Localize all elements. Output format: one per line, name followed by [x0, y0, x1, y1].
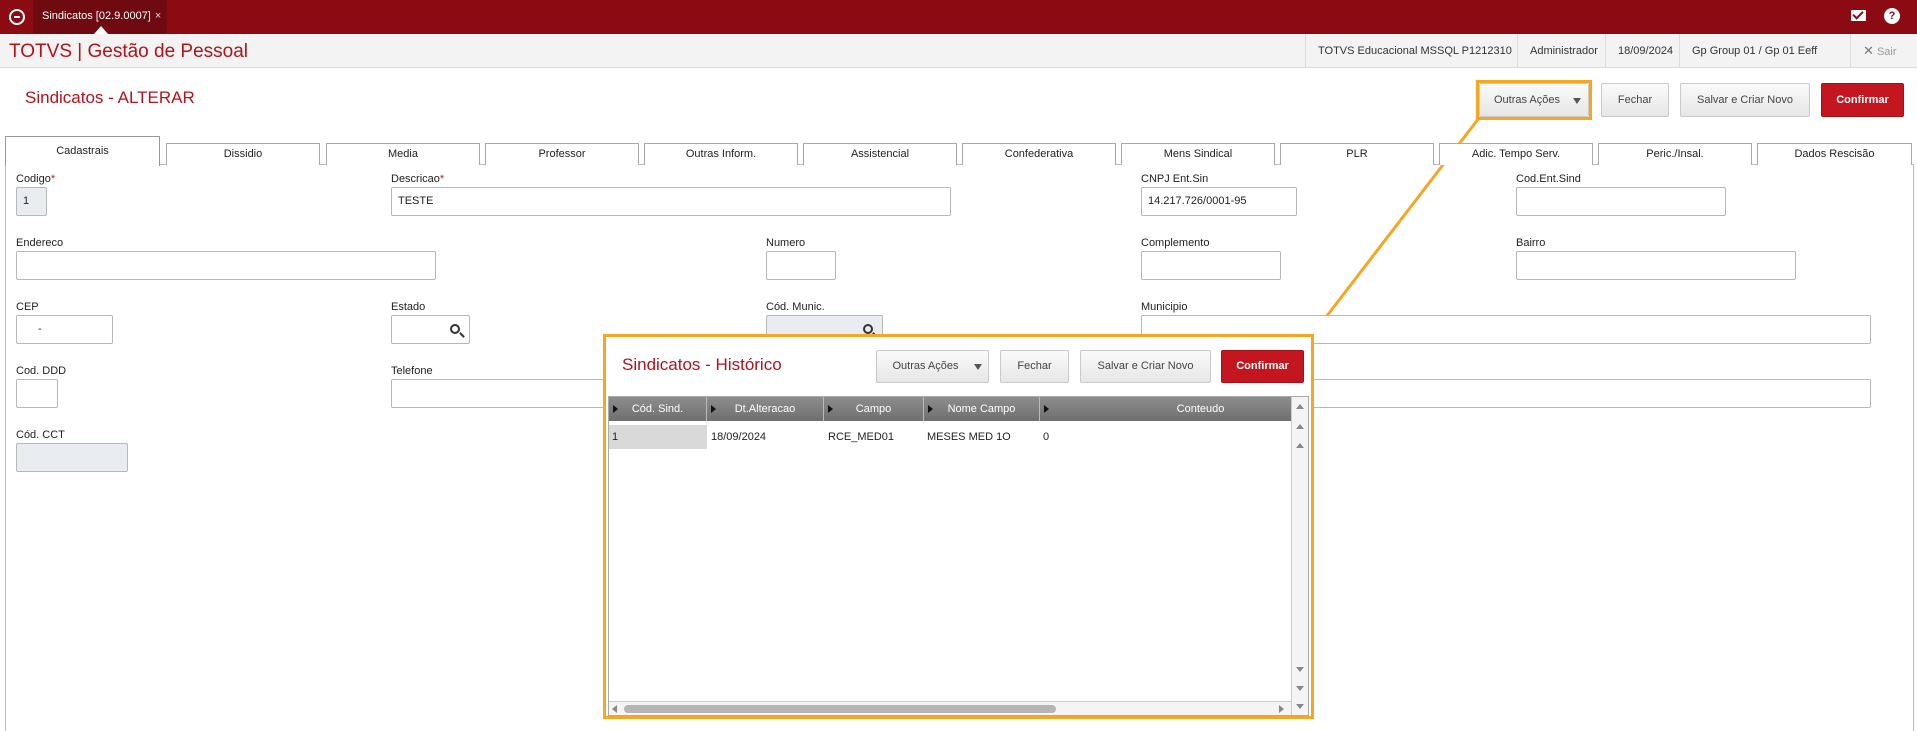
column-header-dt-alteracao[interactable]: Dt.Alteracao	[707, 397, 824, 421]
cod-ddd-label: Cod. DDD	[16, 365, 67, 377]
tab-professor[interactable]: Professor	[485, 143, 639, 165]
historico-popup: Sindicatos - Histórico Outras Ações Fech…	[603, 334, 1314, 719]
popup-salvar-criar-novo-button[interactable]: Salvar e Criar Novo	[1080, 350, 1211, 383]
search-icon[interactable]	[863, 324, 873, 334]
tab-outras-inform[interactable]: Outras Inform.	[644, 143, 798, 165]
tab-adic-tempo-serv[interactable]: Adic. Tempo Serv.	[1439, 143, 1593, 165]
popup-outras-acoes-label: Outras Ações	[892, 360, 959, 372]
scroll-up-icon[interactable]	[1296, 443, 1304, 448]
scroll-right-icon[interactable]	[1279, 705, 1284, 713]
scroll-top-icon[interactable]	[1296, 404, 1304, 409]
vertical-scrollbar[interactable]	[1291, 397, 1308, 715]
cod-ent-sind-field[interactable]	[1516, 187, 1726, 216]
horizontal-scroll-thumb[interactable]	[624, 705, 1056, 713]
numero-field[interactable]	[766, 251, 836, 280]
horizontal-scrollbar[interactable]	[609, 701, 1291, 715]
historico-grid: Cód. Sind. Dt.Alteracao Campo Nome Campo…	[608, 396, 1309, 716]
column-menu-icon	[613, 405, 618, 413]
cell-campo: RCE_MED01	[828, 431, 895, 443]
codigo-label: Codigo*	[16, 173, 56, 185]
column-menu-icon	[711, 405, 716, 413]
bairro-label: Bairro	[1516, 237, 1546, 249]
popup-fechar-button[interactable]: Fechar	[1000, 350, 1069, 383]
column-header-nome-campo[interactable]: Nome Campo	[924, 397, 1040, 421]
search-icon[interactable]	[450, 324, 460, 334]
scroll-page-down-icon[interactable]	[1296, 686, 1304, 691]
column-header-campo[interactable]: Campo	[824, 397, 924, 421]
endereco-field[interactable]	[16, 251, 436, 280]
cnpj-field[interactable]: 14.217.726/0001-95	[1141, 187, 1297, 216]
tab-mens-sindical[interactable]: Mens Sindical	[1121, 143, 1275, 165]
scroll-left-icon[interactable]	[612, 705, 617, 713]
cod-ent-sind-label: Cod.Ent.Sind	[1516, 173, 1581, 185]
tab-media[interactable]: Media	[326, 143, 480, 165]
cep-label: CEP	[16, 301, 39, 313]
cod-munic-label: Cód. Munic.	[766, 301, 825, 313]
scroll-page-up-icon[interactable]	[1296, 424, 1304, 429]
complemento-field[interactable]	[1141, 251, 1281, 280]
descricao-label: Descricao*	[391, 173, 445, 185]
column-header-conteudo[interactable]: Conteudo	[1040, 397, 1292, 421]
cod-ddd-field[interactable]	[16, 379, 58, 408]
complemento-label: Complemento	[1141, 237, 1210, 249]
popup-outras-acoes-button[interactable]: Outras Ações	[876, 350, 989, 383]
cod-cct-label: Cód. CCT	[16, 429, 65, 441]
column-header-cod-sind[interactable]: Cód. Sind.	[609, 397, 707, 421]
cell-cod-sind: 1	[609, 425, 707, 449]
telefone-label: Telefone	[391, 365, 433, 377]
scroll-down-icon[interactable]	[1296, 667, 1304, 672]
tab-plr[interactable]: PLR	[1280, 143, 1434, 165]
tab-dissidio[interactable]: Dissidio	[166, 143, 320, 165]
cod-cct-field[interactable]	[16, 443, 128, 472]
municipio-label: Municipio	[1141, 301, 1188, 313]
column-menu-icon	[1044, 405, 1049, 413]
dropdown-arrow-icon	[974, 364, 982, 370]
scroll-bottom-icon[interactable]	[1296, 704, 1304, 709]
cep-field[interactable]: -	[16, 315, 113, 344]
popup-title: Sindicatos - Histórico	[622, 355, 782, 374]
tab-dados-rescisao[interactable]: Dados Rescisão	[1757, 143, 1912, 165]
tab-assistencial[interactable]: Assistencial	[803, 143, 957, 165]
codigo-field[interactable]: 1	[16, 187, 47, 216]
endereco-label: Endereco	[16, 237, 64, 249]
tab-cadastrais[interactable]: Cadastrais	[5, 136, 160, 166]
popup-confirmar-button[interactable]: Confirmar	[1221, 350, 1304, 383]
bairro-field[interactable]	[1516, 251, 1796, 280]
cnpj-label: CNPJ Ent.Sin	[1141, 173, 1209, 185]
cell-dt-alteracao: 18/09/2024	[711, 431, 767, 443]
numero-label: Numero	[766, 237, 806, 249]
cell-conteudo: 0	[1043, 431, 1050, 443]
column-menu-icon	[928, 405, 933, 413]
descricao-field[interactable]: TESTE	[391, 187, 951, 216]
estado-field[interactable]	[391, 315, 470, 344]
column-menu-icon	[828, 405, 833, 413]
estado-label: Estado	[391, 301, 426, 313]
tab-peric-insal[interactable]: Peric./Insal.	[1598, 143, 1752, 165]
tab-confederativa[interactable]: Confederativa	[962, 143, 1116, 165]
cell-nome-campo: MESES MED 1O	[927, 431, 1011, 443]
